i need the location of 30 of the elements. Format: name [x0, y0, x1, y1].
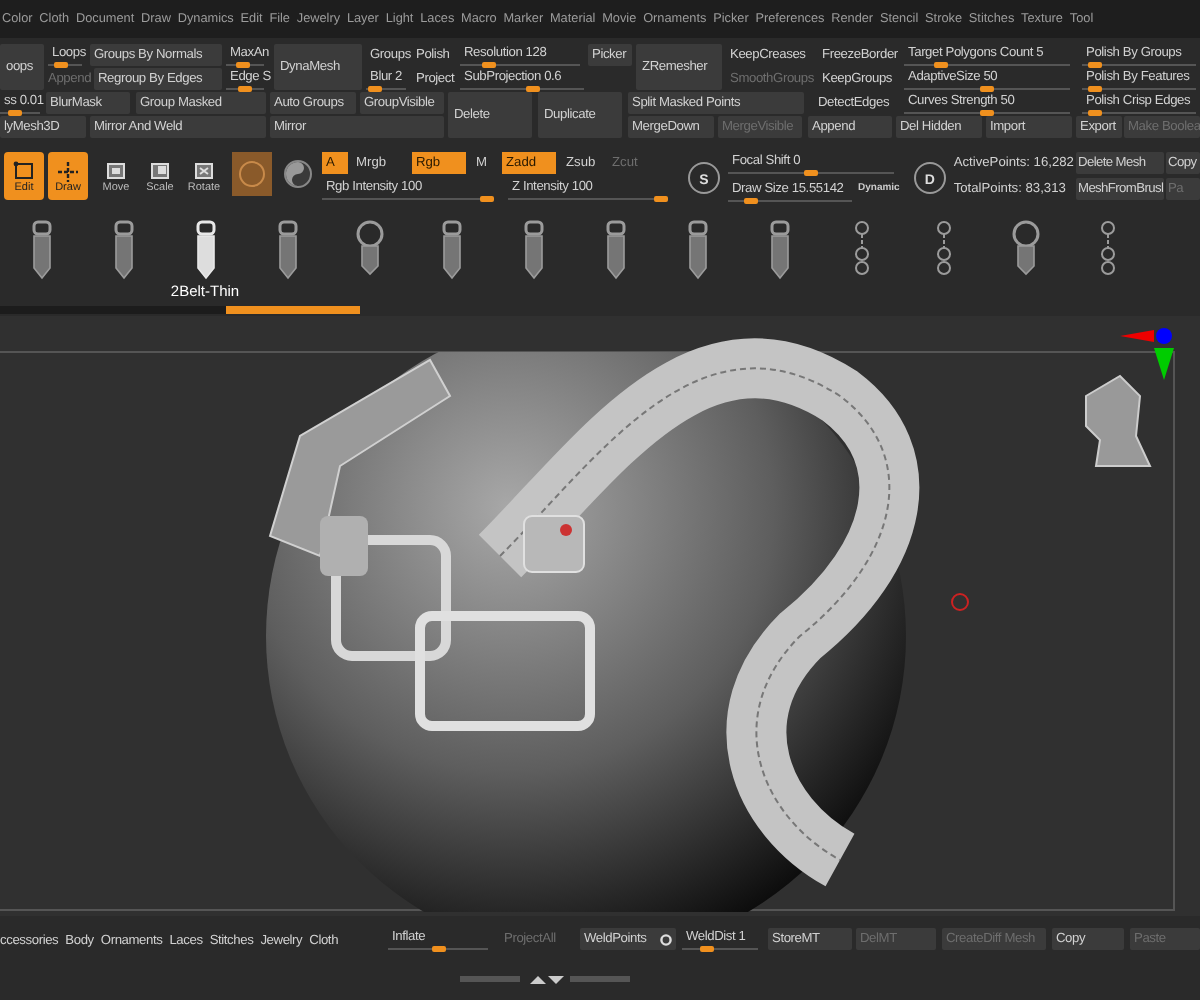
- slider-thumb[interactable]: [526, 86, 540, 92]
- slider-thumb[interactable]: [980, 86, 994, 92]
- scale-icon: [146, 159, 174, 181]
- edit-icon: [10, 159, 38, 181]
- slider-thumb[interactable]: [1087, 62, 1101, 68]
- slider-thumb[interactable]: [1087, 86, 1101, 92]
- slider-thumb[interactable]: [54, 62, 68, 68]
- slider-thumb[interactable]: [744, 198, 759, 204]
- slider-thumb[interactable]: [481, 62, 496, 68]
- texture-icon[interactable]: [284, 160, 312, 188]
- slider-thumb[interactable]: [238, 86, 252, 92]
- slider-thumb[interactable]: [804, 170, 818, 176]
- draw-icon: [54, 159, 82, 181]
- slider-thumb[interactable]: [700, 946, 715, 952]
- slider-thumb[interactable]: [980, 110, 994, 116]
- slider-thumb[interactable]: [934, 62, 949, 68]
- move-icon: [102, 159, 130, 181]
- slider-thumb[interactable]: [654, 196, 668, 202]
- head-gizmo-icon[interactable]: [1085, 328, 1174, 467]
- slider-thumb[interactable]: [7, 110, 22, 116]
- slider-thumb[interactable]: [480, 196, 494, 202]
- slider-thumb[interactable]: [431, 946, 445, 952]
- slider-thumb[interactable]: [235, 62, 250, 68]
- shelf-scrollbar[interactable]: [0, 306, 360, 314]
- slider-thumb[interactable]: [368, 86, 383, 92]
- brush-cursor-icon: [951, 593, 969, 611]
- rotate-icon: [190, 159, 218, 181]
- material-swatch[interactable]: [232, 152, 272, 196]
- slider-thumb[interactable]: [1087, 110, 1101, 116]
- radio-icon[interactable]: [660, 933, 672, 945]
